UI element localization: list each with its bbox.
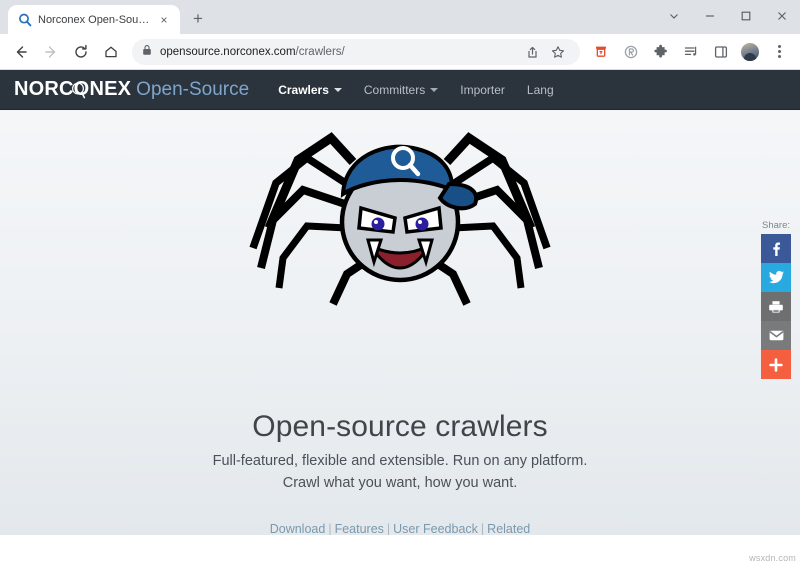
url-host: opensource.norconex.com	[160, 45, 296, 58]
brand-mark: NORCONEX	[14, 78, 131, 101]
link-separator: |	[386, 522, 391, 536]
hero-subtitle-line-2: Crawl what you want, how you want.	[282, 475, 518, 492]
nav-item-label: Lang	[526, 82, 554, 97]
site-navbar: NORCONEX Open-Source Crawlers Committers…	[0, 70, 800, 110]
nav-item-importer[interactable]: Importer	[449, 70, 516, 110]
share-label: Share:	[762, 220, 790, 231]
plus-icon	[769, 357, 783, 372]
nav-item-label: Importer	[460, 82, 505, 97]
link-user-feedback[interactable]: User Feedback	[393, 522, 478, 536]
url-path: /crawlers/	[295, 45, 345, 58]
site-nav-items: Crawlers Committers Importer Lang	[267, 70, 564, 110]
chevron-down-icon	[430, 87, 439, 92]
side-panel-icon[interactable]	[708, 39, 734, 65]
share-print-button[interactable]	[761, 292, 791, 321]
link-related[interactable]: Related	[487, 522, 530, 536]
facebook-icon	[773, 242, 780, 256]
nav-item-label: Crawlers	[278, 82, 329, 97]
address-bar[interactable]: opensource.norconex.com/crawlers/	[132, 38, 580, 65]
browser-window: Norconex Open-Source Crawlers × +	[0, 0, 800, 566]
nav-item-committers[interactable]: Committers	[353, 70, 449, 110]
page-viewport: NORCONEX Open-Source Crawlers Committers…	[0, 70, 800, 566]
printer-icon	[769, 300, 783, 313]
extension-icons	[586, 39, 794, 65]
norconex-spider-mascot	[235, 128, 565, 320]
playlist-icon[interactable]	[678, 39, 704, 65]
close-icon[interactable]	[764, 0, 800, 32]
hero-subtitle: Full-featured, flexible and extensible. …	[0, 450, 800, 495]
extension-red-icon[interactable]	[588, 39, 614, 65]
tab-strip: Norconex Open-Source Crawlers × +	[0, 0, 800, 34]
new-tab-button[interactable]: +	[184, 5, 212, 33]
brand-subtitle: Open-Source	[136, 79, 250, 100]
link-features[interactable]: Features	[335, 522, 384, 536]
share-twitter-button[interactable]	[761, 263, 791, 292]
nav-item-crawlers[interactable]: Crawlers	[267, 70, 353, 110]
magnifier-q-icon	[18, 13, 32, 27]
share-email-button[interactable]	[761, 321, 791, 350]
chevron-down-icon	[333, 87, 342, 92]
page-title: Open-source crawlers	[252, 410, 548, 443]
share-more-button[interactable]	[761, 350, 791, 379]
reload-icon[interactable]	[68, 39, 94, 65]
omnibox-actions	[520, 41, 570, 63]
maximize-icon[interactable]	[728, 0, 764, 32]
share-facebook-button[interactable]	[761, 234, 791, 263]
forward-arrow-icon	[38, 39, 64, 65]
hero-links: Download | Features | User Feedback | Related	[0, 522, 800, 536]
site-logo[interactable]: NORCONEX Open-Source	[14, 78, 249, 101]
share-rail: Share:	[760, 220, 792, 379]
nav-item-lang[interactable]: Lang	[516, 70, 565, 110]
hero-section: Open-source crawlers Full-featured, flex…	[0, 110, 800, 566]
window-controls	[656, 0, 800, 32]
close-icon[interactable]: ×	[156, 12, 172, 28]
minimize-icon[interactable]	[692, 0, 728, 32]
puzzle-icon[interactable]	[648, 39, 674, 65]
share-icon[interactable]	[521, 41, 543, 63]
envelope-icon	[768, 330, 784, 341]
tab-title: Norconex Open-Source Crawlers	[38, 13, 150, 26]
hero-bottom-band	[0, 535, 800, 566]
browser-toolbar: opensource.norconex.com/crawlers/	[0, 34, 800, 70]
browser-tab[interactable]: Norconex Open-Source Crawlers ×	[8, 5, 180, 34]
home-icon[interactable]	[98, 39, 124, 65]
profile-avatar[interactable]	[741, 42, 759, 61]
link-download[interactable]: Download	[270, 522, 326, 536]
back-arrow-icon[interactable]	[8, 39, 34, 65]
url-text: opensource.norconex.com/crawlers/	[160, 46, 345, 58]
magnifier-overlay-icon	[71, 81, 86, 99]
twitter-icon	[768, 270, 784, 284]
watermark: wsxdn.com	[749, 553, 796, 563]
three-dot-menu-icon[interactable]	[766, 39, 792, 65]
hero-subtitle-line-1: Full-featured, flexible and extensible. …	[212, 453, 588, 469]
extension-gray-circle-icon[interactable]	[618, 39, 644, 65]
nav-item-label: Committers	[363, 82, 426, 97]
star-icon[interactable]	[547, 41, 569, 63]
link-separator: |	[328, 522, 332, 536]
link-separator: |	[480, 522, 485, 536]
lock-icon	[142, 43, 152, 61]
chevron-down-icon[interactable]	[656, 0, 692, 32]
